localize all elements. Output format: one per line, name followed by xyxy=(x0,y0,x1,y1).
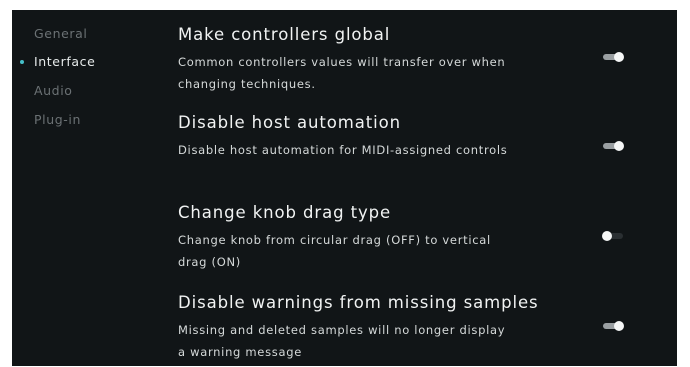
setting-description: Common controllers values will transfer … xyxy=(178,55,506,91)
toggle-knob xyxy=(614,52,624,62)
setting-title: Make controllers global xyxy=(178,25,391,44)
sidebar-item-plug-in[interactable]: Plug-in xyxy=(34,112,81,127)
setting-disable-missing-sample-warnings: Disable warnings from missing samples Mi… xyxy=(178,293,648,363)
sidebar-item-interface[interactable]: Interface xyxy=(20,54,96,69)
setting-description: Change knob from circular drag (OFF) to … xyxy=(178,233,491,269)
sidebar-item-label: General xyxy=(34,26,88,41)
setting-change-knob-drag-type: Change knob drag type Change knob from c… xyxy=(178,203,648,273)
setting-title: Disable warnings from missing samples xyxy=(178,293,539,312)
settings-sidebar: General Interface Audio Plug-in xyxy=(12,10,172,366)
active-indicator-dot xyxy=(20,60,24,64)
sidebar-item-label: Audio xyxy=(34,83,73,98)
setting-disable-host-automation: Disable host automation Disable host aut… xyxy=(178,113,648,161)
toggle-knob xyxy=(614,321,624,331)
change-knob-drag-type-toggle[interactable] xyxy=(602,231,624,241)
toggle-knob xyxy=(614,141,624,151)
sidebar-item-general[interactable]: General xyxy=(34,26,87,41)
sidebar-item-label: Plug-in xyxy=(34,112,81,127)
sidebar-item-audio[interactable]: Audio xyxy=(34,83,73,98)
settings-panel: General Interface Audio Plug-in Make con… xyxy=(12,10,677,366)
make-controllers-global-toggle[interactable] xyxy=(602,52,624,62)
setting-description: Missing and deleted samples will no long… xyxy=(178,323,506,359)
setting-title: Change knob drag type xyxy=(178,203,392,222)
sidebar-item-label: Interface xyxy=(34,54,96,69)
disable-missing-sample-warnings-toggle[interactable] xyxy=(602,321,624,331)
setting-title: Disable host automation xyxy=(178,113,401,132)
setting-description: Disable host automation for MIDI-assigne… xyxy=(178,143,508,157)
setting-make-controllers-global: Make controllers global Common controlle… xyxy=(178,25,648,95)
disable-host-automation-toggle[interactable] xyxy=(602,141,624,151)
toggle-knob xyxy=(602,231,612,241)
